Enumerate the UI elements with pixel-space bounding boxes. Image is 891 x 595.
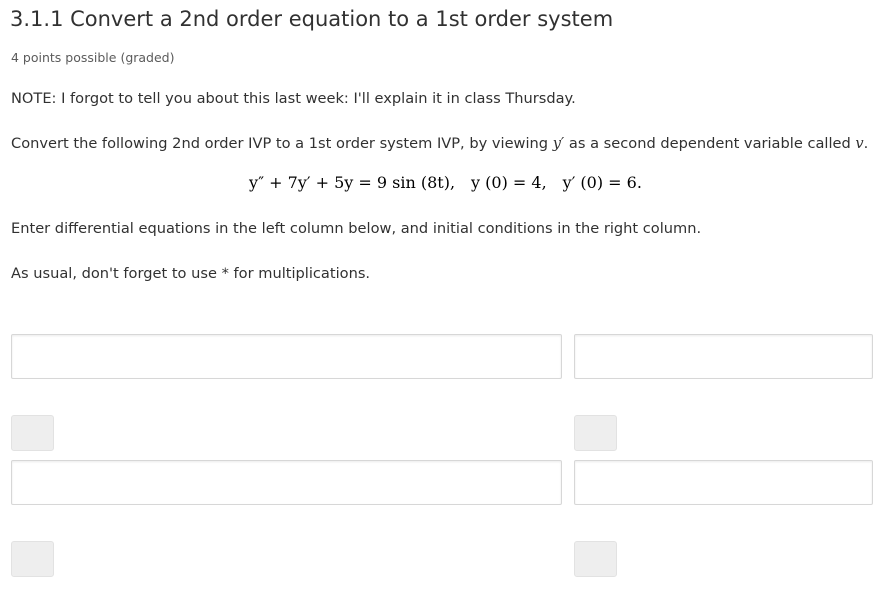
instruction-var-v: v bbox=[855, 135, 864, 152]
note-text: NOTE: I forgot to tell you about this la… bbox=[11, 90, 576, 107]
instruction-end: . bbox=[863, 135, 869, 152]
equation-1-preview bbox=[11, 415, 54, 451]
initial-condition-2-preview bbox=[574, 541, 617, 577]
instruction-text: Convert the following 2nd order IVP to a… bbox=[11, 134, 868, 154]
initial-condition-input-1[interactable] bbox=[574, 334, 873, 379]
points-possible: 4 points possible (graded) bbox=[11, 50, 175, 65]
problem-title: 3.1.1 Convert a 2nd order equation to a … bbox=[10, 7, 614, 31]
initial-condition-y: y (0) = 4, bbox=[471, 173, 547, 192]
enter-instructions: Enter differential equations in the left… bbox=[11, 220, 702, 237]
initial-condition-yprime: y′ (0) = 6. bbox=[562, 173, 642, 192]
instruction-var-yprime: y′ bbox=[552, 135, 565, 152]
equation-input-1[interactable] bbox=[11, 334, 562, 379]
ode-expression: y″ + 7y′ + 5y = 9 sin (8t), bbox=[249, 173, 456, 192]
ivp-equation: y″ + 7y′ + 5y = 9 sin (8t), y (0) = 4, y′ … bbox=[0, 173, 891, 192]
initial-condition-input-2[interactable] bbox=[574, 460, 873, 505]
equation-2-preview bbox=[11, 541, 54, 577]
instruction-mid: as a second dependent variable called bbox=[564, 135, 856, 152]
multiplication-reminder: As usual, don't forget to use * for mult… bbox=[11, 265, 371, 282]
instruction-pre: Convert the following 2nd order IVP to a… bbox=[11, 135, 553, 152]
initial-condition-1-preview bbox=[574, 415, 617, 451]
equation-input-2[interactable] bbox=[11, 460, 562, 505]
